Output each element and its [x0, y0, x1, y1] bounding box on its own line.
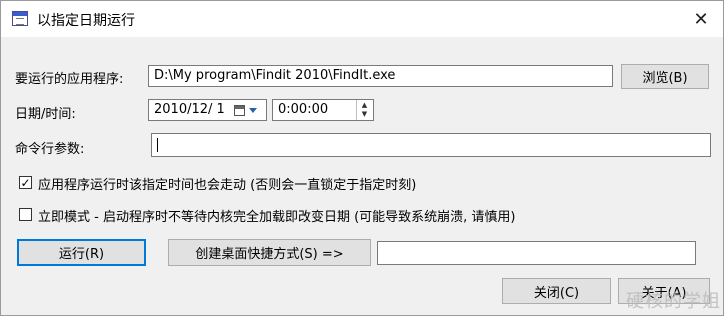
chevron-down-icon[interactable]	[249, 108, 257, 113]
option2-checkbox[interactable]	[19, 208, 32, 221]
watermark: 硬核的学姐	[626, 291, 721, 312]
run-button[interactable]: 运行(R)	[17, 239, 146, 266]
args-label: 命令行参数:	[15, 142, 85, 157]
option1-label[interactable]: 应用程序运行时该指定时间也会走动 (否则会一直锁定于指定时刻)	[38, 174, 416, 193]
close-button[interactable]: 关闭(C)	[502, 278, 611, 304]
app-calendar-icon	[12, 11, 28, 26]
create-shortcut-button[interactable]: 创建桌面快捷方式(S) =>	[168, 239, 371, 266]
date-value: 2010/12/ 1	[154, 102, 225, 117]
dialog-window: 以指定日期运行 ✕ 要运行的应用程序: D:\My program\Findit…	[0, 0, 724, 316]
shortcut-name-input[interactable]	[377, 241, 696, 265]
browse-button[interactable]: 浏览(B)	[621, 64, 709, 89]
window-title: 以指定日期运行	[37, 13, 135, 29]
calendar-icon[interactable]	[234, 105, 245, 116]
option1-checkbox[interactable]: ✓	[19, 176, 32, 189]
time-spinner[interactable]: ▲ ▼	[356, 100, 372, 120]
spin-down-icon[interactable]: ▼	[357, 109, 372, 118]
option2-label[interactable]: 立即模式 - 启动程序时不等待内核完全加载即改变日期 (可能导致系统崩溃, 请慎…	[38, 206, 516, 225]
text-caret	[157, 138, 158, 152]
time-value: 0:00:00	[278, 102, 329, 117]
spin-up-icon[interactable]: ▲	[357, 100, 372, 109]
program-label: 要运行的应用程序:	[15, 72, 124, 87]
close-window-button[interactable]: ✕	[685, 5, 717, 33]
program-path-input[interactable]: D:\My program\Findit 2010\FindIt.exe	[148, 65, 613, 87]
datetime-label: 日期/时间:	[15, 107, 76, 122]
args-input[interactable]	[151, 133, 711, 157]
title-bar: 以指定日期运行 ✕	[1, 1, 723, 37]
